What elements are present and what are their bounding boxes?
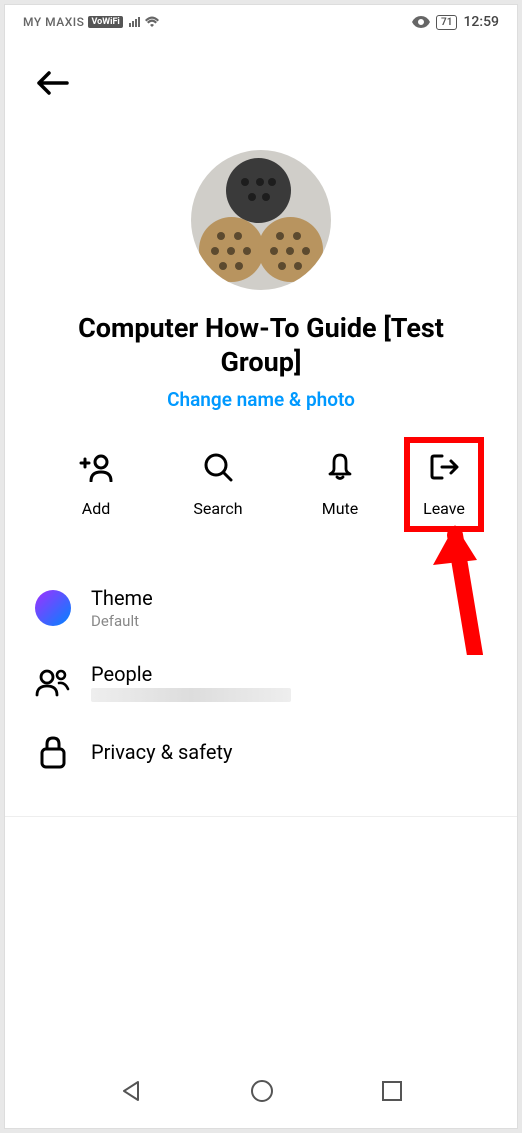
action-row: Add Search Mute bbox=[5, 411, 517, 538]
exit-icon bbox=[428, 451, 460, 483]
bell-icon bbox=[326, 451, 354, 483]
mute-label: Mute bbox=[322, 499, 359, 518]
nav-back-button[interactable] bbox=[118, 1078, 144, 1108]
battery-indicator: 71 bbox=[436, 15, 457, 30]
group-title: Computer How-To Guide [Test Group] bbox=[35, 312, 487, 380]
people-subtitle-redacted bbox=[91, 688, 291, 702]
search-button[interactable]: Search bbox=[178, 451, 258, 518]
carrier-label: MY MAXIS bbox=[23, 15, 84, 29]
search-icon bbox=[203, 451, 233, 483]
vowifi-badge: VoWiFi bbox=[88, 16, 122, 28]
clock: 12:59 bbox=[463, 14, 499, 30]
search-label: Search bbox=[193, 499, 242, 518]
leave-button[interactable]: Leave bbox=[404, 437, 484, 532]
nav-home-button[interactable] bbox=[249, 1078, 275, 1108]
eye-icon bbox=[412, 16, 430, 28]
theme-row[interactable]: Theme Default bbox=[35, 570, 487, 646]
nav-recent-button[interactable] bbox=[380, 1079, 404, 1107]
circle-home-icon bbox=[249, 1078, 275, 1104]
theme-icon bbox=[35, 590, 71, 626]
group-avatar[interactable] bbox=[191, 150, 331, 290]
divider bbox=[5, 816, 517, 817]
add-button[interactable]: Add bbox=[56, 451, 136, 518]
arrow-left-icon bbox=[35, 69, 69, 97]
signal-icon bbox=[129, 17, 140, 27]
leave-label: Leave bbox=[423, 499, 465, 518]
triangle-back-icon bbox=[118, 1078, 144, 1104]
add-person-icon bbox=[79, 451, 113, 483]
settings-list: Theme Default People bbox=[5, 570, 517, 786]
change-name-photo-link[interactable]: Change name & photo bbox=[167, 388, 355, 411]
android-nav-bar bbox=[5, 1068, 517, 1118]
wifi-icon bbox=[144, 15, 160, 29]
privacy-title: Privacy & safety bbox=[91, 740, 233, 764]
lock-icon bbox=[35, 734, 71, 770]
back-button[interactable] bbox=[35, 69, 69, 101]
people-icon bbox=[35, 664, 71, 700]
people-title: People bbox=[91, 662, 291, 686]
people-row[interactable]: People bbox=[35, 646, 487, 718]
add-label: Add bbox=[82, 499, 110, 518]
theme-subtitle: Default bbox=[91, 612, 153, 630]
status-bar: MY MAXIS VoWiFi 71 12:59 bbox=[5, 5, 517, 35]
square-recent-icon bbox=[380, 1079, 404, 1103]
theme-title: Theme bbox=[91, 586, 153, 610]
mute-button[interactable]: Mute bbox=[300, 451, 380, 518]
privacy-row[interactable]: Privacy & safety bbox=[35, 718, 487, 786]
